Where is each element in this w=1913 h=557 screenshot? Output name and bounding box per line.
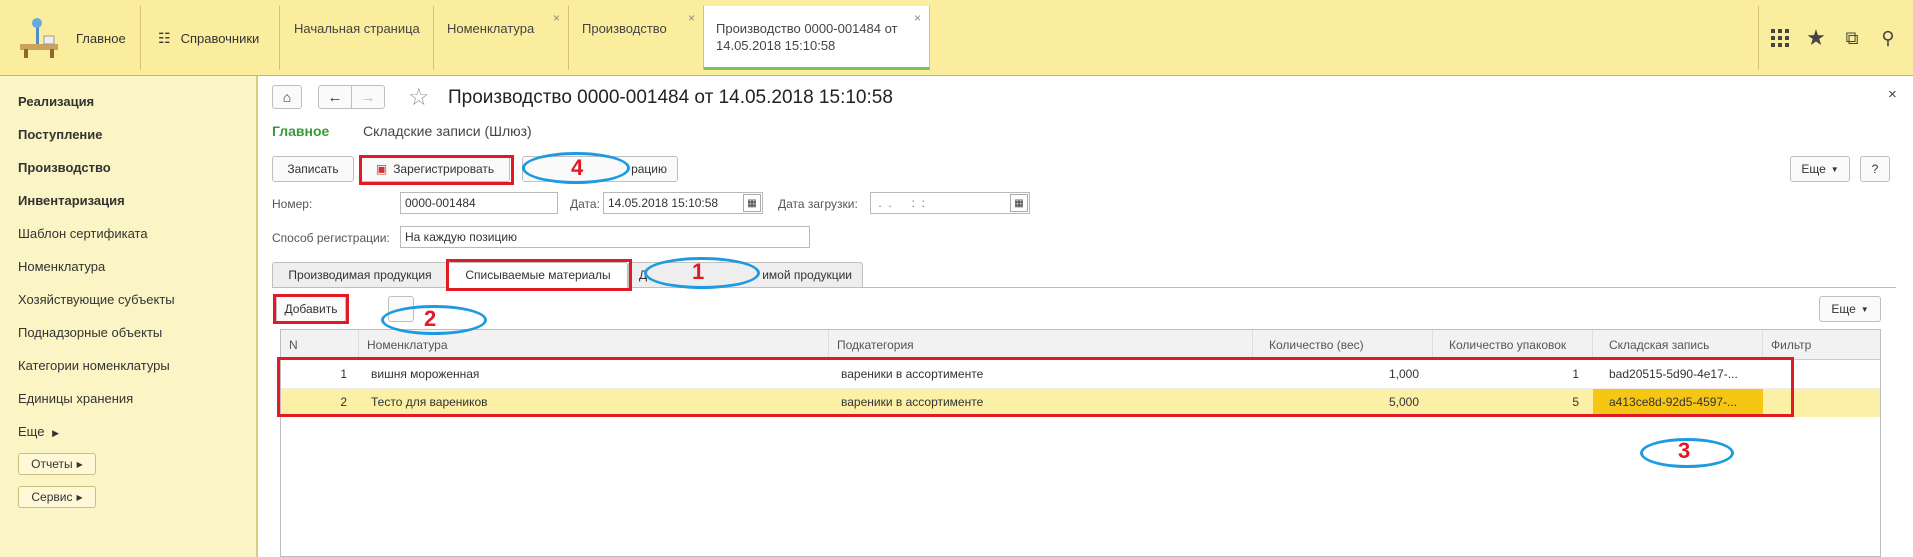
sidebar-more-label: Еще bbox=[18, 424, 45, 439]
table-more-button[interactable]: Еще ▼ bbox=[1819, 296, 1881, 322]
tab-production-doc[interactable]: Производство 0000-001484 от 14.05.2018 1… bbox=[704, 6, 930, 70]
write-button[interactable]: Записать bbox=[272, 156, 354, 182]
tab-label: Производство bbox=[582, 21, 667, 36]
tab-produced-products[interactable]: Производимая продукция bbox=[272, 262, 448, 288]
top-bar: Главное ☷ Справочники Начальная страница… bbox=[0, 0, 1913, 76]
reports-label: Отчеты bbox=[31, 457, 73, 471]
house-icon: ⌂ bbox=[282, 89, 292, 105]
arrow-right-icon: → bbox=[360, 88, 376, 106]
document-form: ⌂ ← → ☆ Производство 0000-001484 от 14.0… bbox=[260, 76, 1913, 557]
sidebar: Реализация Поступление Производство Инве… bbox=[0, 76, 258, 557]
reports-button[interactable]: Отчеты ▶ bbox=[18, 453, 96, 475]
sidebar-item-more[interactable]: Еще ▶ bbox=[18, 424, 59, 439]
sidebar-item-receipts[interactable]: Поступление bbox=[18, 127, 103, 142]
sidebar-item-categories[interactable]: Категории номенклатуры bbox=[18, 358, 170, 373]
topbar-separator bbox=[1758, 6, 1759, 70]
favorite-star-icon[interactable]: ☆ bbox=[408, 83, 430, 112]
forward-button[interactable]: → bbox=[351, 85, 385, 109]
highlight-table-rows bbox=[277, 357, 1794, 417]
nav-storage-records-link[interactable]: Складские записи (Шлюз) bbox=[363, 123, 532, 139]
col-filter[interactable]: Фильтр bbox=[1763, 330, 1880, 360]
calendar-icon[interactable]: ▦ bbox=[743, 194, 761, 212]
sidebar-item-inventory[interactable]: Инвентаризация bbox=[18, 193, 125, 208]
date-label: Дата: bbox=[570, 197, 600, 211]
col-weight[interactable]: Количество (вес) bbox=[1253, 330, 1433, 360]
arrow-left-icon: ← bbox=[327, 88, 343, 106]
more-label: Еще bbox=[1801, 162, 1826, 176]
load-date-label: Дата загрузки: bbox=[778, 197, 858, 211]
tab-label: Производство 0000-001484 от 14.05.2018 1… bbox=[716, 21, 898, 53]
favorites-star-icon[interactable]: ★ bbox=[1798, 20, 1834, 56]
cancel-registration-label: рацию bbox=[631, 162, 667, 176]
date-field[interactable]: 14.05.2018 15:10:58 ▦ bbox=[603, 192, 763, 214]
table-header: N Номенклатура Подкатегория Количество (… bbox=[281, 330, 1880, 360]
reg-method-field[interactable]: На каждую позицию bbox=[400, 226, 810, 248]
home-label: Главное bbox=[76, 30, 126, 46]
service-button[interactable]: Сервис ▶ bbox=[18, 486, 96, 508]
catalog-icon: ☷ bbox=[158, 29, 171, 46]
sidebar-item-nomenclature[interactable]: Номенклатура bbox=[18, 259, 105, 274]
highlight-add-button bbox=[273, 294, 349, 324]
triangle-right-icon: ▶ bbox=[52, 428, 59, 438]
help-button[interactable]: ? bbox=[1860, 156, 1890, 182]
tab-start-page[interactable]: Начальная страница bbox=[282, 6, 434, 70]
annotation-mark-2: 2 bbox=[424, 306, 437, 331]
col-n[interactable]: N bbox=[281, 330, 359, 360]
home-section[interactable]: Главное bbox=[6, 6, 141, 70]
highlight-written-off-tab bbox=[446, 259, 632, 291]
calendar-icon[interactable]: ▦ bbox=[1010, 194, 1028, 212]
chevron-down-icon: ▼ bbox=[1830, 164, 1839, 174]
tab-nomenclature[interactable]: Номенклатура × bbox=[435, 6, 569, 70]
service-label: Сервис bbox=[31, 490, 73, 504]
more-label: Еще bbox=[1831, 302, 1856, 316]
chevron-down-icon: ▼ bbox=[1860, 304, 1869, 314]
sidebar-item-business-entities[interactable]: Хозяйствующие субъекты bbox=[18, 292, 175, 307]
sidebar-item-production[interactable]: Производство bbox=[18, 160, 111, 175]
col-packs[interactable]: Количество упаковок bbox=[1433, 330, 1593, 360]
home-desk-icon bbox=[20, 18, 58, 58]
more-actions-button[interactable]: Еще ▼ bbox=[1790, 156, 1850, 182]
back-button[interactable]: ← bbox=[318, 85, 352, 109]
page-title: Производство 0000-001484 от 14.05.2018 1… bbox=[448, 87, 893, 108]
annotation-mark-1: 1 bbox=[692, 259, 705, 284]
triangle-right-icon: ▶ bbox=[76, 459, 83, 469]
number-field[interactable]: 0000-001484 bbox=[400, 192, 558, 214]
close-form-icon[interactable]: × bbox=[1888, 86, 1897, 103]
date-value: 14.05.2018 15:10:58 bbox=[608, 196, 719, 210]
apps-grid-icon[interactable] bbox=[1762, 20, 1798, 56]
sidebar-item-storage-units[interactable]: Единицы хранения bbox=[18, 391, 133, 406]
tab-production[interactable]: Производство × bbox=[570, 6, 704, 70]
reg-method-label: Способ регистрации: bbox=[272, 231, 390, 245]
home-button[interactable]: ⌂ bbox=[272, 85, 302, 109]
tab-third-suffix: имой продукции bbox=[762, 268, 852, 282]
catalogs-label: Справочники bbox=[180, 30, 260, 46]
annotation-mark-4: 4 bbox=[571, 155, 584, 180]
catalogs-section[interactable]: ☷ Справочники bbox=[142, 6, 280, 70]
number-label: Номер: bbox=[272, 197, 313, 211]
col-subcategory[interactable]: Подкатегория bbox=[829, 330, 1253, 360]
history-icon[interactable]: ⧉ bbox=[1834, 20, 1870, 56]
triangle-right-icon: ▶ bbox=[76, 492, 83, 502]
load-date-value: . . : : bbox=[875, 196, 926, 210]
close-icon[interactable]: × bbox=[553, 10, 560, 27]
sidebar-item-sales[interactable]: Реализация bbox=[18, 94, 94, 109]
annotation-mark-3: 3 bbox=[1678, 438, 1691, 463]
close-icon[interactable]: × bbox=[688, 10, 695, 27]
col-storage-record[interactable]: Складская запись bbox=[1593, 330, 1763, 360]
tab-label: Номенклатура bbox=[447, 21, 535, 36]
load-date-field[interactable]: . . : : ▦ bbox=[870, 192, 1030, 214]
sidebar-item-certificate-template[interactable]: Шаблон сертификата bbox=[18, 226, 148, 241]
sidebar-item-supervised-objects[interactable]: Поднадзорные объекты bbox=[18, 325, 162, 340]
close-icon[interactable]: × bbox=[914, 10, 921, 27]
search-icon[interactable]: ⚲ bbox=[1870, 20, 1906, 56]
tab-label: Начальная страница bbox=[294, 21, 420, 36]
nav-main-link[interactable]: Главное bbox=[272, 123, 329, 139]
highlight-register-button bbox=[359, 155, 514, 185]
